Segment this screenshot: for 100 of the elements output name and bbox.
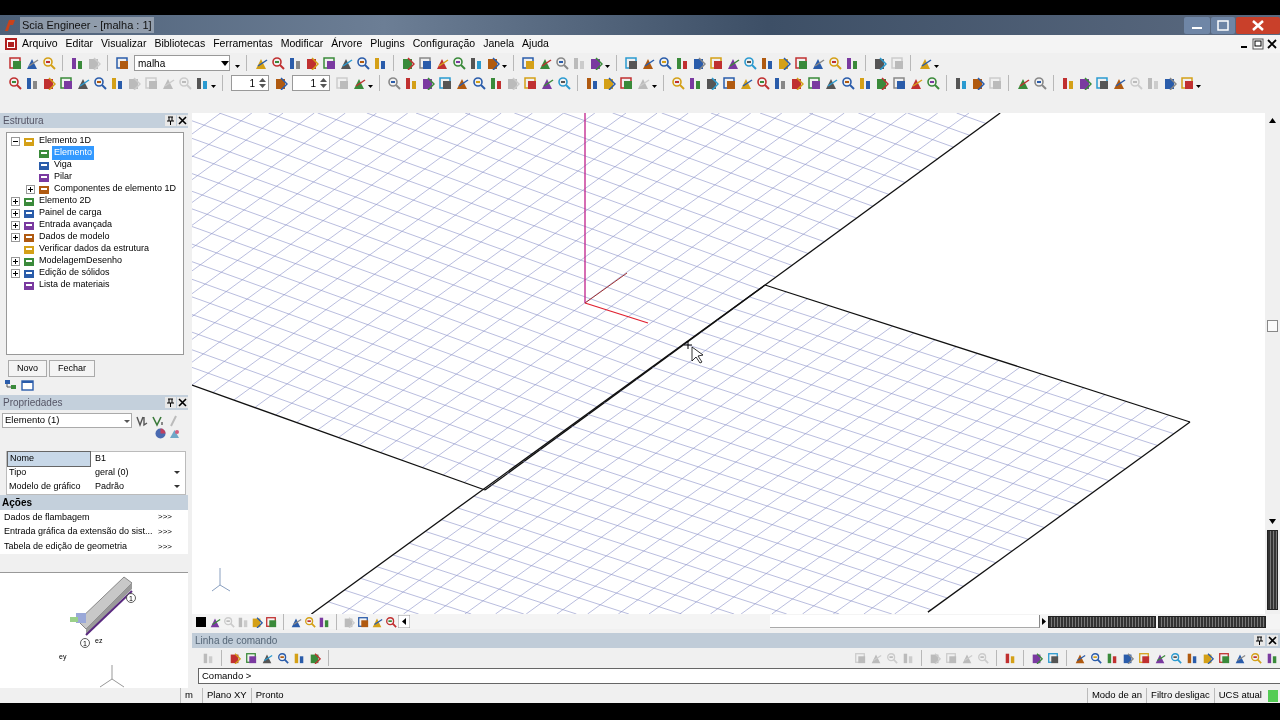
tool-icon[interactable] [1106, 652, 1118, 664]
tool-icon[interactable] [601, 76, 616, 90]
tool-icon[interactable] [810, 56, 825, 70]
tool-icon[interactable] [827, 56, 842, 70]
pin-icon[interactable] [1254, 635, 1265, 646]
close-button[interactable] [177, 115, 188, 126]
property-label[interactable]: Modelo de gráfico [7, 480, 91, 494]
document-icon[interactable] [4, 37, 18, 51]
color-icon[interactable] [155, 428, 166, 440]
type-dropdown[interactable]: Elemento (1) [2, 413, 132, 429]
action-link[interactable]: >>> [158, 540, 188, 553]
property-value[interactable]: B1 [91, 452, 185, 466]
tool-icon[interactable] [277, 652, 289, 664]
tool-icon[interactable] [1031, 652, 1043, 664]
tool-icon[interactable] [793, 56, 808, 70]
tool-icon[interactable] [857, 76, 872, 90]
tool-icon[interactable] [194, 76, 209, 90]
tree-item[interactable]: Componentes de elemento 1D [52, 182, 179, 196]
scroll-up-icon[interactable] [1268, 116, 1277, 125]
tool-icon[interactable] [708, 56, 723, 70]
tool-icon[interactable] [823, 76, 838, 90]
property-value[interactable]: geral (0) [91, 466, 185, 480]
tool-icon[interactable] [691, 56, 706, 70]
scroll-left-icon[interactable] [398, 615, 410, 628]
expand-icon[interactable] [11, 232, 20, 242]
tool-icon[interactable] [1090, 652, 1102, 664]
menu-item[interactable]: Janela [479, 36, 519, 52]
tool-icon[interactable] [522, 76, 537, 90]
tool-icon[interactable] [265, 615, 277, 628]
tool-icon[interactable] [891, 76, 906, 90]
tool-icon[interactable] [351, 76, 366, 90]
tool-icon[interactable] [451, 56, 466, 70]
restore-button[interactable] [1252, 38, 1264, 50]
filter-icon[interactable] [152, 414, 164, 427]
expand-icon[interactable] [11, 268, 20, 278]
tool-icon[interactable] [304, 56, 319, 70]
tree-item[interactable]: Dados de modelo [37, 230, 112, 244]
tool-icon[interactable] [229, 652, 241, 664]
tree-item[interactable]: Pilar [52, 170, 74, 184]
panel-button[interactable]: Novo [8, 359, 47, 378]
tool-icon[interactable] [1077, 76, 1092, 90]
tool-icon[interactable] [417, 56, 432, 70]
tool-icon[interactable] [738, 76, 753, 90]
horizontal-scrollbar[interactable] [770, 615, 1040, 628]
tool-icon[interactable] [908, 76, 923, 90]
tool-icon[interactable] [468, 56, 483, 70]
tool-icon[interactable] [925, 76, 940, 90]
spin-field[interactable]: 1 [292, 75, 330, 91]
pin-icon[interactable] [165, 397, 176, 409]
tool-icon[interactable] [454, 76, 469, 90]
action-item[interactable]: Dados de flambagem [4, 510, 158, 525]
command-field[interactable]: Comando > [198, 668, 1280, 684]
tool-icon[interactable] [789, 76, 804, 90]
tool-icon[interactable] [872, 56, 887, 70]
tool-icon[interactable] [674, 56, 689, 70]
tool-icon[interactable] [844, 56, 859, 70]
tool-icon[interactable] [420, 76, 435, 90]
tree-item[interactable]: Painel de carga [37, 206, 104, 220]
tool-icon[interactable] [24, 56, 39, 70]
menu-item[interactable]: Configuração [408, 36, 480, 52]
tool-icon[interactable] [293, 652, 305, 664]
tool-icon[interactable] [1234, 652, 1246, 664]
tree-item[interactable]: Verificar dados da estrutura [37, 242, 152, 256]
filter-icon[interactable] [136, 414, 148, 427]
close-button[interactable] [177, 397, 188, 409]
tool-icon[interactable] [253, 56, 268, 70]
tool-icon[interactable] [618, 76, 633, 90]
action-item[interactable]: Tabela de edição de geometria [4, 539, 158, 554]
tool-icon[interactable] [623, 56, 638, 70]
expand-icon[interactable] [11, 196, 20, 206]
render-icon[interactable] [169, 428, 180, 440]
tool-icon[interactable] [970, 76, 985, 90]
tool-icon[interactable] [953, 76, 968, 90]
tool-icon[interactable] [520, 56, 535, 70]
tool-icon[interactable] [245, 652, 257, 664]
tool-icon[interactable] [321, 56, 336, 70]
collapse-icon[interactable] [11, 136, 20, 146]
tool-icon[interactable] [386, 76, 401, 90]
tool-icon[interactable] [874, 76, 889, 90]
tool-icon[interactable] [270, 56, 285, 70]
tool-icon[interactable] [584, 76, 599, 90]
tool-icon[interactable] [488, 76, 503, 90]
tree-item[interactable]: Elemento 1D [37, 134, 94, 148]
tool-icon[interactable] [485, 56, 500, 70]
tool-icon[interactable] [588, 56, 603, 70]
tool-icon[interactable] [687, 76, 702, 90]
menu-item[interactable]: Editar [61, 36, 98, 52]
tool-icon[interactable] [1154, 652, 1166, 664]
menu-item[interactable]: Árvore [327, 36, 367, 52]
close-button[interactable] [1266, 38, 1278, 50]
tool-icon[interactable] [114, 56, 129, 70]
close-button[interactable] [1267, 635, 1278, 646]
scroll-down-icon[interactable] [1268, 517, 1277, 526]
tool-icon[interactable] [287, 56, 302, 70]
tool-icon[interactable] [24, 76, 39, 90]
tool-icon[interactable] [1218, 652, 1230, 664]
tool-icon[interactable] [309, 652, 321, 664]
tree-item[interactable]: Elemento 2D [37, 194, 94, 208]
tool-icon[interactable] [1266, 652, 1278, 664]
menu-item[interactable]: Ajuda [518, 36, 553, 52]
